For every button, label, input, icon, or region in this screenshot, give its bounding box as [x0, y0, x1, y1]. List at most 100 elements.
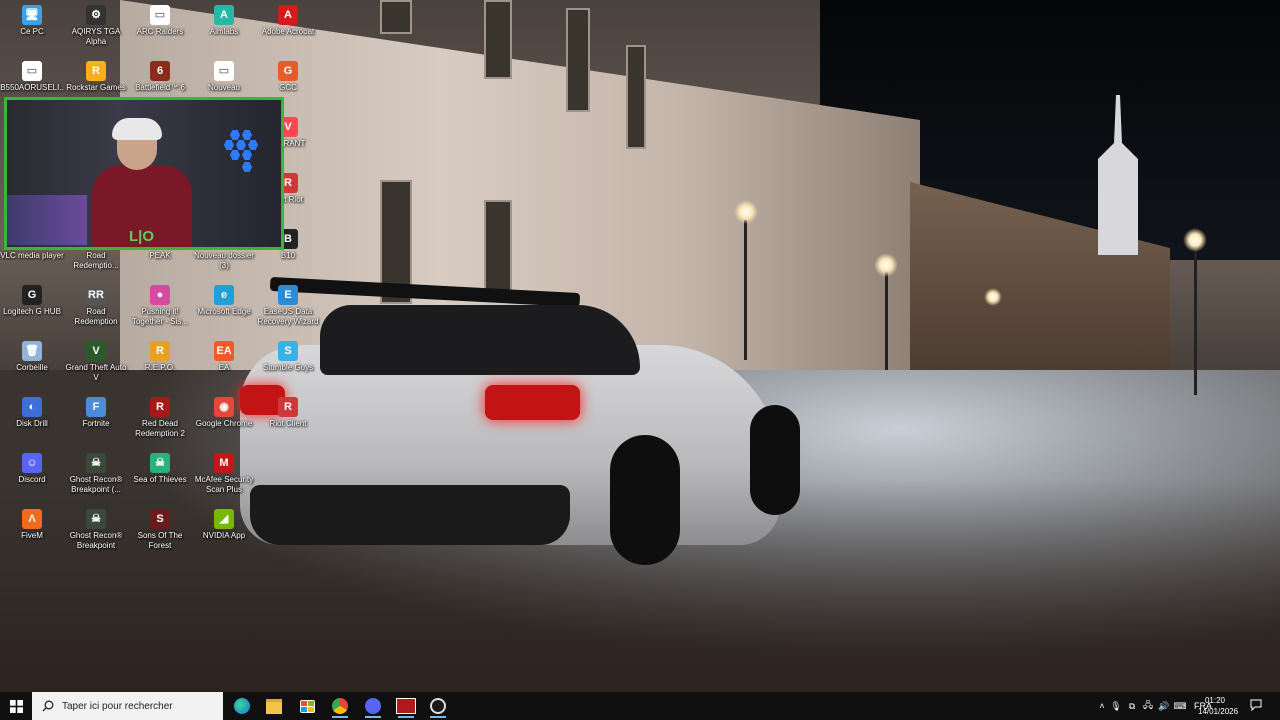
- desktop-icon-nvidia-app[interactable]: ◢ NVIDIA App: [192, 509, 256, 541]
- desktop-icon-fortnite[interactable]: F Fortnite: [64, 397, 128, 429]
- desktop-icon-gcc[interactable]: G GCC: [256, 61, 320, 93]
- desktop-icon-label: Pushing it! Together - Sis...: [131, 307, 189, 326]
- obs-taskbar-button[interactable]: [424, 694, 452, 718]
- search-placeholder: Taper ici pour rechercher: [62, 700, 173, 712]
- desktop-icon-aqirys-tga-alpha[interactable]: ⚙ AQIRYS TGA Alpha: [64, 5, 128, 47]
- building-window: [380, 0, 412, 34]
- desktop-icon-aimlabs[interactable]: A Aimlabs: [192, 5, 256, 37]
- desktop-icon-label: PEAK: [149, 251, 171, 260]
- discord-taskbar-button[interactable]: [359, 694, 387, 718]
- arc-raiders-icon: ▭: [150, 5, 170, 25]
- desktop-icon-easeus-data-recovery-wizard[interactable]: E EaseUS Data Recovery Wizard: [256, 285, 320, 327]
- desktop-icon-label: R.E.P.O.: [144, 363, 176, 372]
- desktop-icon-sons-of-the-forest[interactable]: S Sons Of The Forest: [128, 509, 192, 551]
- desktop-icon-disk-drill[interactable]: ◐ Disk Drill: [0, 397, 64, 429]
- fivem-icon: Λ: [22, 509, 42, 529]
- desktop-icon-pushing-it-together-sis[interactable]: ● Pushing it! Together - Sis...: [128, 285, 192, 327]
- aimlabs-icon: A: [214, 5, 234, 25]
- hexagon-light: [230, 130, 240, 140]
- voicemeeter-taskbar-button[interactable]: [392, 694, 420, 718]
- keyboard-icon[interactable]: ⌨: [1172, 701, 1188, 712]
- fortnite-icon: F: [86, 397, 106, 417]
- discord-icon: [365, 698, 381, 714]
- notification-center-icon[interactable]: [1250, 699, 1262, 711]
- road-redemption-icon: RR: [86, 285, 106, 305]
- desktop-icon-ghost-recon-breakpoint[interactable]: ☠ Ghost Recon® Breakpoint (...: [64, 453, 128, 495]
- desktop-icon-label: Adobe Acrobat: [261, 27, 315, 36]
- stumble-guys-icon: S: [278, 341, 298, 361]
- gcc-icon: G: [278, 61, 298, 81]
- desktop-icon-label: Riot Client: [269, 419, 307, 428]
- discord-icon: ☺: [22, 453, 42, 473]
- desktop-icon-label: Sons Of The Forest: [137, 531, 183, 550]
- desktop-icon-discord[interactable]: ☺ Discord: [0, 453, 64, 485]
- desktop-icon-label: B10: [280, 251, 296, 260]
- mcafee-security-scan-plus-icon: M: [214, 453, 234, 473]
- street-lamp: [1194, 245, 1197, 395]
- taskbar-clock[interactable]: 01:20 14/01/2026: [1198, 695, 1238, 717]
- desktop-icon-grand-theft-auto-v[interactable]: V Grand Theft Auto V: [64, 341, 128, 383]
- desktop-icon-adobe-acrobat[interactable]: A Adobe Acrobat: [256, 5, 320, 37]
- desktop-icon-logitech-g-hub[interactable]: G Logitech G HUB: [0, 285, 64, 317]
- chevron-up-icon[interactable]: ˄: [1096, 701, 1108, 711]
- nouveau-icon: ▭: [214, 61, 234, 81]
- white-sports-car: [230, 276, 800, 585]
- taskbar-search-box[interactable]: Taper ici pour rechercher: [32, 692, 223, 720]
- aqirys-tga-alpha-icon: ⚙: [86, 5, 106, 25]
- file-explorer-taskbar-button[interactable]: [260, 694, 288, 718]
- desktop-icon-arc-raiders[interactable]: ▭ ARC Raiders: [128, 5, 192, 37]
- desktop-icon-battlefield-6[interactable]: 6 Battlefield™ 6: [128, 61, 192, 93]
- disk-drill-icon: ◐: [22, 397, 42, 417]
- building-window: [484, 200, 512, 294]
- desktop-icon-ghost-recon-breakpoint[interactable]: ☠ Ghost Recon® Breakpoint: [64, 509, 128, 551]
- store-taskbar-button[interactable]: [293, 694, 321, 718]
- chrome-taskbar-button[interactable]: [326, 694, 354, 718]
- webcam-overlay[interactable]: L|O: [4, 97, 284, 250]
- device-icon[interactable]: ⧉: [1124, 701, 1140, 712]
- sons-of-the-forest-icon: S: [150, 509, 170, 529]
- desktop-icon-label: AQIRYS TGA Alpha: [71, 27, 121, 46]
- start-button[interactable]: [0, 692, 32, 720]
- desktop-icon-road-redemption[interactable]: RR Road Redemption: [64, 285, 128, 327]
- webcam-logo: L|O: [129, 228, 155, 245]
- desktop-icon-red-dead-redemption-2[interactable]: R Red Dead Redemption 2: [128, 397, 192, 439]
- desktop-icon-mcafee-security-scan-plus[interactable]: M McAfee Security Scan Plus: [192, 453, 256, 495]
- logitech-g-hub-icon: G: [22, 285, 42, 305]
- desktop-icon-sea-of-thieves[interactable]: ☠ Sea of Thieves: [128, 453, 192, 485]
- ghost-recon-breakpoint-icon: ☠: [86, 509, 106, 529]
- desktop-icon-label: Nouveau: [207, 83, 241, 92]
- desktop-icon-label: Road Redemptio...: [73, 251, 119, 270]
- microphone-icon[interactable]: 🎙: [1108, 701, 1124, 712]
- network-icon[interactable]: 🖧: [1140, 698, 1156, 714]
- desktop-icon-rockstar-games[interactable]: R Rockstar Games: [64, 61, 128, 93]
- desktop-icon-label: Road Redemption: [74, 307, 118, 326]
- desktop-icon-corbeille[interactable]: 🗑 Corbeille: [0, 341, 64, 373]
- desktop-icon-nouveau[interactable]: ▭ Nouveau: [192, 61, 256, 93]
- google-chrome-icon: ◉: [214, 397, 234, 417]
- windows-logo-icon: [9, 699, 23, 713]
- hexagon-light: [242, 162, 252, 172]
- desktop-icon-fivem[interactable]: Λ FiveM: [0, 509, 64, 541]
- street-lamp: [885, 270, 888, 370]
- desktop-icon-label: Rockstar Games: [66, 83, 126, 92]
- desktop-icon-google-chrome[interactable]: ◉ Google Chrome: [192, 397, 256, 429]
- desktop-icon-label: Ghost Recon® Breakpoint: [69, 531, 123, 550]
- desktop-icon-label: Discord: [18, 475, 46, 484]
- battlefield-6-icon: 6: [150, 61, 170, 81]
- store-icon: [299, 699, 315, 713]
- system-tray: ˄ 🎙 ⧉ 🖧 🔊 ⌨ FRA: [1096, 692, 1212, 720]
- desktop-icon-label: Red Dead Redemption 2: [135, 419, 185, 438]
- microsoft-edge-icon: e: [214, 285, 234, 305]
- desktop-icon-r-e-p-o[interactable]: R R.E.P.O.: [128, 341, 192, 373]
- desktop-icon-ea[interactable]: EA EA: [192, 341, 256, 373]
- desktop-icon-riot-client[interactable]: R Riot Client: [256, 397, 320, 429]
- desktop-icon-label: NVIDIA App: [202, 531, 246, 540]
- edge-icon: [234, 698, 250, 714]
- volume-icon[interactable]: 🔊: [1156, 701, 1172, 712]
- desktop-icon-stumble-guys[interactable]: S Stumble Guys: [256, 341, 320, 373]
- search-icon: [42, 700, 54, 712]
- desktop-icon-microsoft-edge[interactable]: e Microsoft Edge: [192, 285, 256, 317]
- desktop-icon-ce-pc[interactable]: 🖥 Ce PC: [0, 5, 64, 37]
- edge-taskbar-button[interactable]: [228, 694, 256, 718]
- obs-icon: [430, 698, 446, 714]
